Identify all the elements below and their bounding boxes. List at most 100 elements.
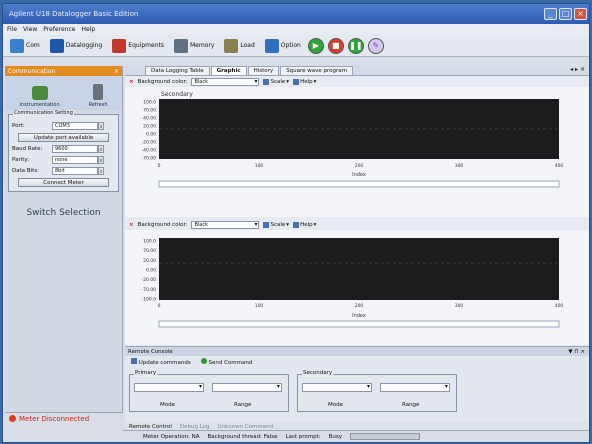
eraser-icon[interactable]: ✎ (367, 37, 384, 54)
update-port-button[interactable]: Update port available (18, 133, 109, 142)
databits-field[interactable]: 8bit (52, 167, 98, 175)
toolbar-memory-button[interactable]: Memory (171, 38, 217, 54)
instrumentation-button[interactable]: Instrumentation (19, 86, 60, 108)
tab-history[interactable]: History (247, 66, 280, 75)
chart1-x-tick: 200 (355, 163, 364, 169)
menu-file[interactable]: File (7, 26, 17, 33)
chart1-scale-label: Scale (270, 78, 286, 85)
maximize-button[interactable]: □ (559, 8, 572, 20)
update-commands-button[interactable]: Update commands (131, 358, 191, 366)
databits-label: Data Bits: (12, 168, 40, 174)
primary-range-label: Range (234, 402, 252, 408)
menu-preference[interactable]: Preference (43, 26, 75, 33)
panel-close-icon[interactable]: × (114, 68, 119, 75)
remote-toolbar: Update commands Send Command (125, 356, 589, 368)
play-icon[interactable]: ▶ (307, 37, 324, 54)
chart2-y-tick: 0.00 (146, 268, 156, 274)
chart1-xlabel: Index (352, 172, 366, 178)
meter-status-text: Meter Disconnected (19, 414, 90, 423)
toolbar-datalogging-button[interactable]: Datalogging (47, 38, 106, 54)
secondary-mode-select[interactable] (302, 383, 372, 392)
toolbar-load-button[interactable]: Load (221, 38, 257, 54)
chart1-scrollbar[interactable] (158, 180, 560, 188)
chart2-help-label: Help (300, 221, 313, 228)
chart1-y-tick: 0.00 (146, 132, 156, 138)
remote-console-title: Remote Console (128, 348, 173, 355)
chart2-scale-button[interactable]: Scale ▾ (263, 221, 289, 228)
pause-icon[interactable]: ❚❚ (347, 37, 364, 54)
secondary-group: Secondary Mode Range (297, 370, 457, 412)
toolbar-load-label: Load (240, 42, 255, 49)
primary-mode-label: Mode (160, 402, 175, 408)
remote-console-controls[interactable]: ▼ ⊓ × (568, 349, 585, 355)
connect-meter-button[interactable]: Connect Meter (18, 178, 109, 187)
toolbar-equipments-button[interactable]: Equipments (109, 38, 167, 54)
tab-graphic[interactable]: Graphic (210, 66, 247, 75)
minimize-button[interactable]: _ (544, 8, 557, 20)
network-tree-icon (31, 86, 48, 100)
refresh-label: Refresh (88, 102, 108, 108)
chart1-y-tick: 40.00 (143, 116, 156, 122)
chart2-scrollbar[interactable] (158, 320, 560, 328)
chart1-help-button[interactable]: Help ▾ (293, 78, 316, 85)
title-bar: Agilent U18 Datalogger Basic Edition _ □… (3, 4, 589, 24)
primary-mode-select[interactable] (134, 383, 204, 392)
chart1-toolbar: × Background color: Black Scale▾ Help▾ (125, 76, 589, 87)
chart2-scale-label: Scale (270, 221, 286, 228)
baud-row: Baud Rate: 9600 ⇕ (12, 144, 115, 154)
network-icon (10, 38, 24, 53)
primary-range-select[interactable] (211, 383, 282, 392)
toolbar-equipments-label: Equipments (128, 42, 164, 49)
panel-title: Communication (8, 67, 56, 75)
chart2-x-tick: 100 (255, 303, 264, 309)
tab-scroll-controls[interactable]: ◂ ▸ × (570, 66, 589, 75)
option-icon (264, 38, 279, 53)
baud-spinner[interactable]: ⇕ (98, 145, 104, 153)
background-thread-status: Background thread: False (207, 433, 278, 440)
databits-spinner[interactable]: ⇕ (98, 167, 104, 175)
chart2-y-tick: 100.0 (143, 239, 156, 245)
chart2-close-icon[interactable]: × (129, 222, 134, 228)
secondary-legend: Secondary (302, 370, 334, 376)
toolbar-com-button[interactable]: Com (7, 38, 43, 54)
toolbar-datalogging-label: Datalogging (65, 42, 103, 49)
chart1-close-icon[interactable]: × (129, 79, 134, 85)
close-button[interactable]: × (574, 8, 587, 20)
chart1-y-tick: -40.00 (141, 148, 156, 154)
port-field[interactable]: COM3 (52, 122, 98, 130)
parity-row: Parity: none ⇕ (12, 155, 115, 165)
chart2-bg-select[interactable]: Black (191, 220, 260, 229)
chart1-help-label: Help (300, 78, 313, 85)
remote-console-header: Remote Console ▼ ⊓ × (125, 347, 589, 356)
toolbar-option-button[interactable]: Option (262, 38, 304, 54)
menu-view[interactable]: View (23, 26, 37, 33)
panel-icon-row: Instrumentation Refresh (5, 76, 122, 110)
chart2-help-button[interactable]: Help ▾ (293, 221, 316, 228)
status-bar: Meter Operation: NA Background thread: F… (123, 430, 589, 442)
send-command-button[interactable]: Send Command (200, 358, 252, 366)
scale-icon (263, 78, 270, 85)
baud-label: Baud Rate: (12, 146, 43, 152)
chart1-label: Secondary (161, 91, 193, 98)
chart1-scale-button[interactable]: Scale ▾ (263, 78, 289, 85)
meter-operation-status: Meter Operation: NA (143, 433, 200, 440)
port-spinner[interactable]: ⇕ (98, 122, 104, 130)
send-icon (200, 358, 207, 364)
menu-help[interactable]: Help (81, 26, 95, 33)
parity-spinner[interactable]: ⇕ (98, 156, 104, 164)
communication-settings-group: Communication Setting Port: COM3 ⇕ Updat… (8, 110, 119, 192)
tab-square-wave[interactable]: Square wave program (280, 66, 354, 75)
baud-field[interactable]: 9600 (52, 145, 98, 153)
chart1-y-tick: -70.00 (141, 156, 156, 162)
menu-bar: File View Preference Help (3, 24, 589, 35)
secondary-range-select[interactable] (379, 383, 450, 392)
busy-progress-bar (349, 433, 420, 440)
stop-icon[interactable]: ■ (327, 37, 344, 54)
parity-field[interactable]: none (52, 156, 98, 164)
refresh-button[interactable]: Refresh (89, 84, 108, 108)
chart1-y-tick: -20.00 (141, 140, 156, 146)
chart1-svg: Secondary 100.0 70.00 40.00 20.00 0.00 -20.00… (141, 91, 563, 188)
chart1-x-tick: 300 (455, 163, 464, 169)
tab-data-logging-table[interactable]: Data Logging Table (145, 66, 210, 75)
chart1-bg-select[interactable]: Black (191, 77, 260, 86)
